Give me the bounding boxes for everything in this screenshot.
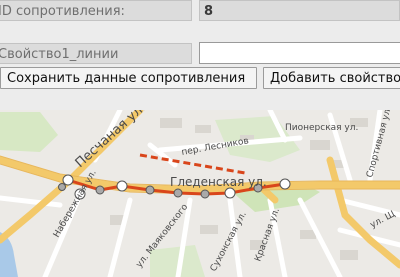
add-property-button[interactable]: Добавить свойство — [263, 67, 400, 89]
route-vertex[interactable] — [145, 185, 155, 195]
street-label-pionerskaya: Пионерская ул. — [285, 123, 358, 133]
map-canvas[interactable]: Песчаная ул. пер. Лесников Пионерская ул… — [0, 110, 400, 277]
park-area — [0, 112, 58, 152]
save-resistance-button[interactable]: Сохранить данные сопротивления — [0, 67, 257, 89]
street-label-sukhonskaya: Сухонская ул. — [209, 210, 249, 273]
resistance-form: ID сопротивления: 8 Свойство1_линии Сохр… — [0, 0, 400, 92]
app-window: ID сопротивления: 8 Свойство1_линии Сохр… — [0, 0, 400, 277]
map-view[interactable]: Песчаная ул. пер. Лесников Пионерская ул… — [0, 110, 400, 277]
route-endpoint[interactable] — [279, 178, 291, 190]
street-label-peschanaya: Песчаная ул. — [73, 110, 149, 171]
route-vertex[interactable] — [116, 180, 128, 192]
route-endpoint[interactable] — [62, 174, 74, 186]
resistance-id-value: 8 — [199, 0, 400, 21]
route-vertex[interactable] — [224, 187, 236, 199]
resistance-id-label: ID сопротивления: — [0, 0, 192, 21]
route-vertex[interactable] — [173, 188, 183, 198]
property-input[interactable] — [199, 42, 400, 64]
route-vertex[interactable] — [200, 189, 210, 199]
street-label-gledenskaya: Гледенская ул. — [170, 175, 267, 189]
route-dashed-segment[interactable] — [139, 153, 246, 175]
route-vertex[interactable] — [95, 185, 105, 195]
street-label-sportivnaya: Спортивная ул. — [365, 110, 394, 179]
property-label: Свойство1_линии — [0, 43, 192, 64]
route-vertex[interactable] — [58, 183, 66, 191]
